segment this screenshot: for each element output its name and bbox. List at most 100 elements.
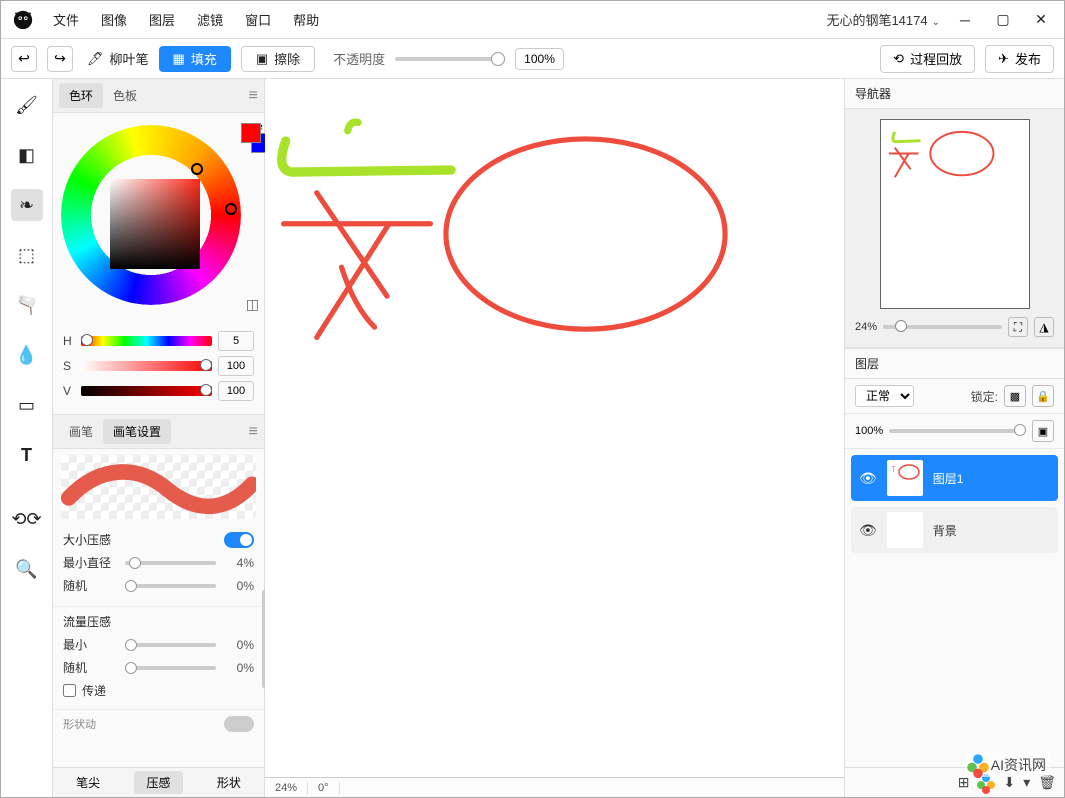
menu-window[interactable]: 窗口 xyxy=(245,10,271,29)
nav-zoom-value: 24% xyxy=(855,321,877,333)
hue-value[interactable]: 5 xyxy=(218,331,254,351)
size-random-label: 随机 xyxy=(63,577,117,594)
val-slider[interactable] xyxy=(81,386,212,396)
playback-button[interactable]: ⟲过程回放 xyxy=(880,45,975,73)
current-brush[interactable]: 🖊 柳叶笔 xyxy=(87,49,149,68)
nav-flip-icon[interactable]: ◮ xyxy=(1034,317,1054,337)
pass-checkbox[interactable]: 传递 xyxy=(63,682,254,699)
tab-brush[interactable]: 画笔 xyxy=(59,419,103,444)
eyedropper-tool[interactable]: 💧 xyxy=(11,339,43,371)
tab-shape[interactable]: 形状 xyxy=(205,771,253,794)
tab-tip[interactable]: 笔尖 xyxy=(64,771,112,794)
close-button[interactable]: ✕ xyxy=(1022,5,1060,35)
brush-panel-menu-icon[interactable]: ≡ xyxy=(249,423,258,441)
sat-slider[interactable] xyxy=(81,361,212,371)
fill-icon: ▦ xyxy=(173,51,185,67)
bucket-tool[interactable]: 🫗 xyxy=(11,289,43,321)
sat-label: S xyxy=(63,359,75,373)
opacity-slider[interactable] xyxy=(395,57,505,61)
layer-opacity-slider[interactable] xyxy=(889,429,1026,433)
flow-min-label: 最小 xyxy=(63,636,117,653)
lock-all-icon[interactable]: 🔒 xyxy=(1032,385,1054,407)
maximize-button[interactable]: ▢ xyxy=(984,5,1022,35)
layer-name: 图层1 xyxy=(933,470,964,487)
menu-file[interactable]: 文件 xyxy=(53,10,79,29)
publish-button[interactable]: ✈发布 xyxy=(985,45,1054,73)
color-wheel[interactable]: ⇄ ◫ xyxy=(61,121,261,321)
layer-item[interactable]: 👁 背景 xyxy=(851,507,1058,553)
text-tool[interactable]: T xyxy=(11,439,43,471)
menu-layer[interactable]: 图层 xyxy=(149,10,175,29)
nav-fullscreen-icon[interactable]: ⛶ xyxy=(1008,317,1028,337)
menu-image[interactable]: 图像 xyxy=(101,10,127,29)
flow-random-label: 随机 xyxy=(63,659,117,676)
size-random-slider[interactable] xyxy=(125,584,216,588)
tab-pressure[interactable]: 压感 xyxy=(134,771,182,794)
erase-mode-button[interactable]: ▣擦除 xyxy=(241,46,315,72)
foreground-color[interactable] xyxy=(241,123,261,143)
tab-brush-settings[interactable]: 画笔设置 xyxy=(103,419,171,444)
watermark: AI资讯网 xyxy=(965,753,1050,777)
val-value[interactable]: 100 xyxy=(218,381,254,401)
min-diameter-slider[interactable] xyxy=(125,561,216,565)
val-label: V xyxy=(63,384,75,398)
lock-alpha-icon[interactable]: ▩ xyxy=(1004,385,1026,407)
panel-menu-icon[interactable]: ≡ xyxy=(249,87,258,105)
fill-mode-button[interactable]: ▦填充 xyxy=(159,46,231,72)
leaf-brush-tool[interactable]: ❧ xyxy=(11,189,43,221)
blend-mode-select[interactable]: 正常 xyxy=(855,385,914,407)
reset-colors-icon[interactable]: ◫ xyxy=(246,296,259,313)
navigator-thumb[interactable] xyxy=(880,119,1030,309)
brush-preview xyxy=(61,455,256,519)
tab-color-ring[interactable]: 色环 xyxy=(59,83,103,108)
sat-value[interactable]: 100 xyxy=(218,356,254,376)
brush-icon: 🖊 xyxy=(87,51,104,67)
clip-mask-icon[interactable]: ▣ xyxy=(1032,420,1054,442)
status-zoom: 24% xyxy=(265,782,308,794)
size-pressure-label: 大小压感 xyxy=(63,531,111,548)
min-diameter-value: 4% xyxy=(224,556,254,570)
layer-thumbnail xyxy=(887,512,923,548)
main-menu: 文件 图像 图层 滤镜 窗口 帮助 xyxy=(53,10,319,29)
lock-label: 锁定: xyxy=(971,388,998,405)
shape-dynamics-toggle[interactable] xyxy=(224,716,254,732)
send-icon: ✈ xyxy=(998,51,1009,67)
app-logo xyxy=(5,1,41,39)
flow-pressure-label: 流量压感 xyxy=(63,613,111,630)
nav-zoom-slider[interactable] xyxy=(883,325,1002,329)
svg-text:T: T xyxy=(891,465,896,474)
chevron-down-icon: ⌄ xyxy=(932,17,940,28)
erase-icon: ▣ xyxy=(256,51,268,67)
minimize-button[interactable]: ─ xyxy=(946,5,984,35)
canvas[interactable]: 24% 0° xyxy=(265,79,844,797)
undo-button[interactable]: ↩ xyxy=(11,46,37,72)
layer-opacity-value: 100% xyxy=(855,425,883,437)
history-icon: ⟲ xyxy=(893,51,904,67)
brush-tool[interactable]: 🖌 xyxy=(11,89,43,121)
eraser-tool[interactable]: ◧ xyxy=(11,139,43,171)
tab-color-palette[interactable]: 色板 xyxy=(103,83,147,108)
navigator-title: 导航器 xyxy=(845,79,1064,109)
layer-item[interactable]: 👁 T 图层1 xyxy=(851,455,1058,501)
transform-tool[interactable]: ⟲⟳ xyxy=(11,503,43,535)
visibility-icon[interactable]: 👁 xyxy=(859,522,877,539)
marquee-tool[interactable]: ⬚ xyxy=(11,239,43,271)
redo-button[interactable]: ↪ xyxy=(47,46,73,72)
status-angle: 0° xyxy=(308,782,340,794)
shape-dynamics-label: 形状动 xyxy=(63,716,96,732)
menu-help[interactable]: 帮助 xyxy=(293,10,319,29)
color-swatches[interactable]: ⇄ xyxy=(241,123,261,143)
shape-tool[interactable]: ▭ xyxy=(11,389,43,421)
menu-filter[interactable]: 滤镜 xyxy=(197,10,223,29)
opacity-value[interactable]: 100% xyxy=(515,48,564,70)
hue-slider[interactable] xyxy=(81,336,212,346)
flow-random-slider[interactable] xyxy=(125,666,216,670)
flow-min-value: 0% xyxy=(224,638,254,652)
visibility-icon[interactable]: 👁 xyxy=(859,470,877,487)
opacity-label: 不透明度 xyxy=(333,49,385,68)
size-pressure-toggle[interactable] xyxy=(224,532,254,548)
hue-label: H xyxy=(63,334,75,348)
user-dropdown[interactable]: 无心的钢笔14174⌄ xyxy=(826,10,940,29)
flow-min-slider[interactable] xyxy=(125,643,216,647)
zoom-tool[interactable]: 🔍 xyxy=(11,553,43,585)
